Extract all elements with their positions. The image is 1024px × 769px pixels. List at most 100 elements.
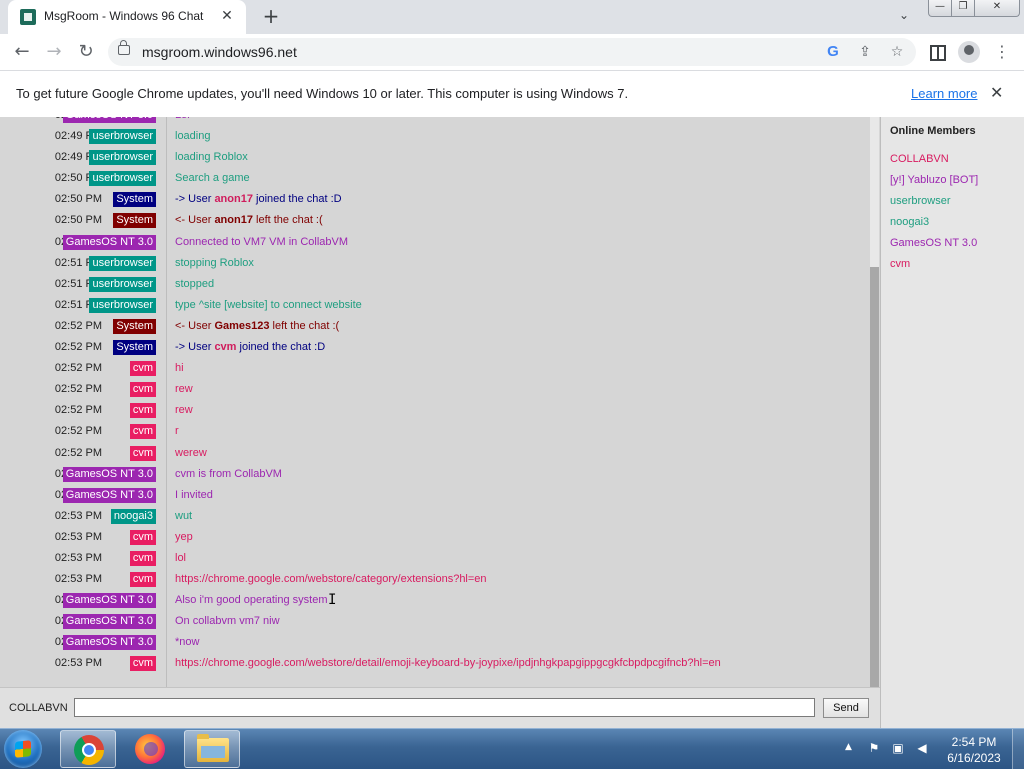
chat-log[interactable]: 02:49 PMGamesOS NT 3.0Lol02:49 PMuserbro…: [0, 117, 870, 687]
message-user-badge[interactable]: GamesOS NT 3.0: [62, 466, 156, 482]
message-input[interactable]: [74, 698, 815, 717]
url-text[interactable]: msgroom.windows96.net: [142, 44, 297, 60]
message-user-badge[interactable]: cvm: [129, 361, 156, 377]
chat-message: 02:50 PM userbrowser Search a game: [0, 168, 870, 189]
lock-icon[interactable]: [118, 40, 130, 55]
back-button[interactable]: ←: [10, 40, 34, 64]
taskbar-chrome[interactable]: [60, 730, 116, 768]
message-text: I invited: [175, 488, 213, 501]
message-user-badge[interactable]: GamesOS NT 3.0: [62, 234, 156, 250]
google-translate-icon[interactable]: G: [824, 43, 842, 61]
message-text: type ^site [website] to connect website: [175, 298, 362, 311]
profile-avatar[interactable]: [958, 41, 980, 63]
learn-more-link[interactable]: Learn more: [911, 86, 977, 101]
tab-close-icon[interactable]: ✕: [218, 7, 236, 25]
message-user-badge[interactable]: System: [113, 318, 156, 334]
message-text-prefix: <- User: [175, 214, 215, 227]
member-item[interactable]: GamesOS NT 3.0: [890, 237, 977, 249]
message-user-badge[interactable]: noogai3: [110, 508, 156, 524]
nickname-label[interactable]: COLLABVN: [9, 702, 68, 714]
message-user-badge[interactable]: cvm: [129, 382, 156, 398]
chat-scroll-thumb[interactable]: [870, 267, 879, 687]
taskbar-firefox[interactable]: [122, 730, 178, 768]
message-user-badge[interactable]: GamesOS NT 3.0: [62, 487, 156, 503]
message-user-badge[interactable]: userbrowser: [89, 150, 156, 166]
chat-message: 02:52 PMGamesOS NT 3.0I invited: [0, 485, 870, 506]
chat-message: 02:52 PM cvm rew: [0, 400, 870, 421]
message-text: rew: [175, 383, 193, 396]
message-user-badge[interactable]: cvm: [129, 424, 156, 440]
message-user-badge[interactable]: cvm: [129, 656, 156, 672]
message-user-badge[interactable]: System: [113, 213, 156, 229]
message-user-badge[interactable]: userbrowser: [89, 276, 156, 292]
window-close-button[interactable]: ✕: [974, 0, 1020, 17]
infobar-close-icon[interactable]: ✕: [990, 83, 1003, 102]
share-icon[interactable]: ⇪: [856, 43, 874, 61]
chat-scrollbar[interactable]: [870, 117, 879, 687]
volume-muted-icon[interactable]: ◀: [914, 741, 930, 755]
message-user-badge[interactable]: cvm: [129, 529, 156, 545]
start-button[interactable]: [4, 730, 42, 768]
message-text-prefix: -> User: [175, 341, 215, 354]
tab-msgroom[interactable]: MsgRoom - Windows 96 Chat ✕: [8, 0, 246, 34]
chat-message: 02:53 PM cvm https://chrome.google.com/web…: [0, 569, 870, 590]
message-time: 02:53 PM: [54, 551, 102, 564]
message-user-badge[interactable]: cvm: [129, 550, 156, 566]
message-user-badge[interactable]: GamesOS NT 3.0: [62, 117, 156, 123]
chat-message: 02:50 PM System -> User anon17 joined the …: [0, 189, 870, 210]
network-icon[interactable]: ▣: [890, 741, 906, 755]
message-text: https://chrome.google.com/webstore/detai…: [175, 657, 721, 670]
forward-button[interactable]: →: [42, 40, 66, 64]
message-text: r: [175, 425, 179, 438]
address-bar[interactable]: msgroom.windows96.net G ⇪ ☆: [108, 38, 916, 66]
bookmark-star-icon[interactable]: ☆: [888, 43, 906, 61]
action-center-flag-icon[interactable]: ⚑: [866, 741, 882, 755]
member-item[interactable]: noogai3: [890, 216, 929, 228]
member-item[interactable]: [y!] Yabluzo [BOT]: [890, 174, 978, 186]
clock-date[interactable]: 6/16/2023: [943, 751, 1005, 765]
side-panel-icon[interactable]: [930, 45, 946, 61]
message-text: On collabvm vm7 niw: [175, 615, 280, 628]
message-time: 02:53 PM: [54, 573, 102, 586]
reload-button[interactable]: ↻: [74, 40, 98, 64]
menu-icon[interactable]: ⋮: [990, 40, 1014, 64]
message-text: <- User anon17 left the chat :(: [175, 214, 323, 226]
message-user-badge[interactable]: System: [113, 340, 156, 356]
chat-message: 02:51 PMGamesOS NT 3.0Connected to VM7 V…: [0, 232, 870, 253]
member-item[interactable]: COLLABVN: [890, 153, 949, 165]
taskbar-file-explorer[interactable]: [184, 730, 240, 768]
show-desktop-button[interactable]: [1012, 729, 1024, 769]
send-button[interactable]: Send: [823, 698, 869, 718]
infobar-message: To get future Google Chrome updates, you…: [16, 86, 629, 101]
message-time: 02:52 PM: [54, 446, 102, 459]
message-user-badge[interactable]: userbrowser: [89, 129, 156, 145]
browser-toolbar: ← → ↻ msgroom.windows96.net G ⇪ ☆ ⋮: [0, 34, 1024, 70]
message-user-badge[interactable]: System: [113, 192, 156, 208]
message-user-badge[interactable]: cvm: [129, 445, 156, 461]
chat-message: 02:53 PMGamesOS NT 3.0Also i'm good oper…: [0, 590, 870, 611]
message-username: anon17: [214, 214, 253, 227]
chat-message: 02:49 PM userbrowser loading Roblox: [0, 147, 870, 168]
message-username: cvm: [214, 341, 237, 354]
maximize-button[interactable]: ❐: [951, 0, 975, 17]
message-user-badge[interactable]: cvm: [129, 572, 156, 588]
message-user-badge[interactable]: userbrowser: [89, 297, 156, 313]
chat-message: 02:52 PM System <- User Games123 left the …: [0, 316, 870, 337]
message-text: Lol: [175, 117, 190, 121]
message-text: hi: [175, 362, 184, 375]
message-user-badge[interactable]: GamesOS NT 3.0: [62, 635, 156, 651]
message-user-badge[interactable]: GamesOS NT 3.0: [62, 593, 156, 609]
tray-expand-icon[interactable]: ▲: [845, 742, 852, 752]
message-user-badge[interactable]: cvm: [129, 403, 156, 419]
message-user-badge[interactable]: userbrowser: [89, 171, 156, 187]
minimize-button[interactable]: —: [928, 0, 952, 17]
new-tab-button[interactable]: +: [260, 6, 282, 28]
msgroom-favicon-icon: [20, 9, 36, 25]
message-user-badge[interactable]: GamesOS NT 3.0: [62, 614, 156, 630]
message-user-badge[interactable]: userbrowser: [89, 255, 156, 271]
chat-message: 02:52 PM cvm werew: [0, 443, 870, 464]
member-item[interactable]: userbrowser: [890, 195, 951, 207]
member-item[interactable]: cvm: [890, 258, 910, 270]
tab-search-icon[interactable]: ⌄: [895, 8, 913, 26]
clock-time[interactable]: 2:54 PM: [946, 735, 1002, 749]
